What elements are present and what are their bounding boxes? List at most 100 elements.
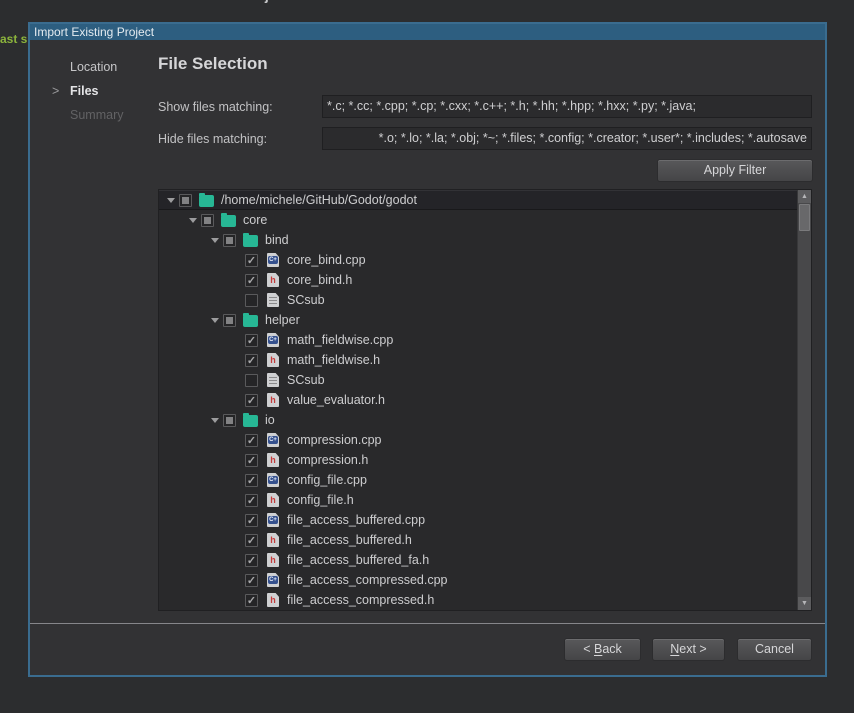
checkbox-partial[interactable]: [179, 194, 192, 207]
tree-row[interactable]: ✓C+file_access_compressed.cpp: [159, 570, 797, 590]
tree-item-label: compression.cpp: [287, 433, 382, 447]
h-icon: h: [267, 453, 279, 467]
h-icon: h: [267, 353, 279, 367]
tree-row[interactable]: ✓C+core_bind.cpp: [159, 250, 797, 270]
back-button[interactable]: < Back: [564, 638, 641, 661]
scrollbar-thumb[interactable]: [799, 204, 810, 231]
file-tree: /home/michele/GitHub/Godot/godot core bind…: [159, 190, 797, 610]
tree-item-label: io: [265, 413, 275, 427]
cpp-icon: C+: [267, 333, 279, 347]
checkbox-checked[interactable]: ✓: [245, 434, 258, 447]
tree-row[interactable]: io: [159, 410, 797, 430]
tree-row[interactable]: bind: [159, 230, 797, 250]
next-label-mnemonic: N: [670, 642, 679, 656]
h-icon: h: [267, 393, 279, 407]
tree-row[interactable]: ✓ h file_access_buffered.h: [159, 530, 797, 550]
tree-row[interactable]: ✓hconfig_file.h: [159, 490, 797, 510]
dialog-title: Import Existing Project: [34, 25, 154, 39]
tree-item-label: helper: [265, 313, 300, 327]
step-files-label: Files: [70, 84, 99, 98]
tree-row[interactable]: ✓ C+ compression.cpp: [159, 430, 797, 450]
tree-row[interactable]: ✓ h file_access_buffered_fa.h: [159, 550, 797, 570]
tree-row[interactable]: ✓ h value_evaluator.h: [159, 390, 797, 410]
tree-row[interactable]: ✓hfile_access_compressed.h: [159, 590, 797, 610]
h-icon: h: [267, 533, 279, 547]
partial-check-mark: [226, 317, 233, 324]
checkbox-unchecked[interactable]: [245, 374, 258, 387]
checkbox-partial[interactable]: [201, 214, 214, 227]
scroll-up-icon[interactable]: ▲: [798, 190, 811, 203]
step-files: > Files: [70, 84, 99, 98]
apply-filter-button[interactable]: Apply Filter: [657, 159, 813, 182]
tree-item-label: file_access_buffered.h: [287, 533, 412, 547]
folder-icon: [243, 235, 258, 247]
next-button[interactable]: Next >: [652, 638, 725, 661]
dialog-titlebar[interactable]: Import Existing Project: [30, 24, 825, 40]
tree-row[interactable]: ✓hmath_fieldwise.h: [159, 350, 797, 370]
cpp-icon: C+: [267, 513, 279, 527]
checkbox-checked[interactable]: ✓: [245, 254, 258, 267]
file-icon: [267, 373, 279, 387]
tree-item-label: file_access_buffered_fa.h: [287, 553, 429, 567]
partial-check-mark: [226, 237, 233, 244]
tree-row[interactable]: ✓C+math_fieldwise.cpp: [159, 330, 797, 350]
current-step-chevron-icon: >: [52, 84, 59, 98]
tree-row[interactable]: core: [159, 210, 797, 230]
tree-item-label: config_file.h: [287, 493, 354, 507]
show-files-input[interactable]: *.c; *.cc; *.cpp; *.cp; *.cxx; *.c++; *.…: [322, 95, 812, 118]
checkbox-checked[interactable]: ✓: [245, 394, 258, 407]
tree-row[interactable]: ✓hcompression.h: [159, 450, 797, 470]
cpp-icon: C+: [267, 253, 279, 267]
checkbox-checked[interactable]: ✓: [245, 594, 258, 607]
background-session-text: ast s: [0, 32, 27, 46]
checkbox-checked[interactable]: ✓: [245, 554, 258, 567]
checkbox-checked[interactable]: ✓: [245, 454, 258, 467]
hide-files-label: Hide files matching:: [158, 132, 267, 146]
tree-row[interactable]: ✓hcore_bind.h: [159, 270, 797, 290]
checkbox-unchecked[interactable]: [245, 294, 258, 307]
checkbox-checked[interactable]: ✓: [245, 514, 258, 527]
step-summary: Summary: [70, 108, 123, 122]
hide-files-value: *.o; *.lo; *.la; *.obj; *~; *.files; *.c…: [379, 128, 807, 149]
next-label-post: ext >: [679, 642, 706, 656]
hide-files-input[interactable]: *.o; *.lo; *.la; *.obj; *~; *.files; *.c…: [322, 127, 812, 150]
back-label-pre: <: [583, 642, 594, 656]
tree-item-label: /home/michele/GitHub/Godot/godot: [221, 193, 417, 207]
folder-icon: [199, 195, 214, 207]
tree-row[interactable]: helper: [159, 310, 797, 330]
step-location-label: Location: [70, 60, 117, 74]
checkbox-checked[interactable]: ✓: [245, 274, 258, 287]
cpp-icon: C+: [267, 573, 279, 587]
tree-item-label: SCsub: [287, 373, 325, 387]
checkbox-checked[interactable]: ✓: [245, 334, 258, 347]
tree-row[interactable]: SCsub: [159, 370, 797, 390]
h-icon: h: [267, 553, 279, 567]
cancel-button[interactable]: Cancel: [737, 638, 812, 661]
tree-row[interactable]: ✓ C+ file_access_buffered.cpp: [159, 510, 797, 530]
h-icon: h: [267, 593, 279, 607]
footer-separator: [30, 623, 825, 624]
tree-item-label: value_evaluator.h: [287, 393, 385, 407]
cpp-icon: C+: [267, 433, 279, 447]
scrollbar[interactable]: ▲ ▼: [797, 190, 811, 610]
partial-check-mark: [182, 197, 189, 204]
tree-item-label: file_access_buffered.cpp: [287, 513, 425, 527]
show-files-label: Show files matching:: [158, 100, 273, 114]
scroll-down-icon[interactable]: ▼: [798, 597, 811, 610]
checkbox-checked[interactable]: ✓: [245, 574, 258, 587]
tree-item-label: bind: [265, 233, 289, 247]
checkbox-partial[interactable]: [223, 414, 236, 427]
step-summary-label: Summary: [70, 108, 123, 122]
checkbox-checked[interactable]: ✓: [245, 474, 258, 487]
checkbox-checked[interactable]: ✓: [245, 534, 258, 547]
checkbox-checked[interactable]: ✓: [245, 354, 258, 367]
tree-row[interactable]: SCsub: [159, 290, 797, 310]
partial-check-mark: [226, 417, 233, 424]
checkbox-partial[interactable]: [223, 234, 236, 247]
tree-row[interactable]: ✓C+config_file.cpp: [159, 470, 797, 490]
tree-item-label: core_bind.h: [287, 273, 352, 287]
file-tree-widget: /home/michele/GitHub/Godot/godot core bind…: [158, 189, 812, 611]
checkbox-partial[interactable]: [223, 314, 236, 327]
tree-row[interactable]: /home/michele/GitHub/Godot/godot: [159, 190, 797, 210]
checkbox-checked[interactable]: ✓: [245, 494, 258, 507]
